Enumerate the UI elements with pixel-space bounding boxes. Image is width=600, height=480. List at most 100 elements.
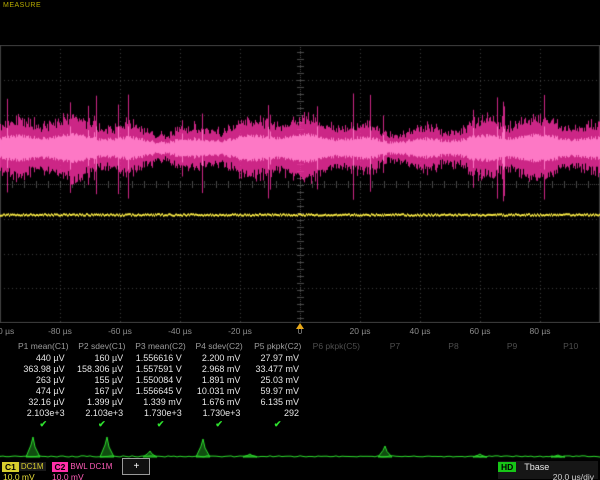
meas-value: 1.556616 V (131, 353, 190, 364)
meas-value: 32.16 µV (14, 397, 73, 408)
meas-value: 363.98 µV (14, 364, 73, 375)
meas-value: 155 µV (73, 375, 132, 386)
time-label: 20 µs (350, 326, 371, 336)
meas-status-check (424, 419, 483, 430)
meas-value: 1.676 mV (190, 397, 249, 408)
status-text: MEASURE (3, 2, 41, 9)
meas-value (424, 353, 483, 364)
meas-value (366, 386, 425, 397)
meas-value (307, 386, 366, 397)
meas-value (483, 375, 542, 386)
meas-value (307, 364, 366, 375)
cursor-marker-box[interactable]: + (122, 458, 150, 475)
meas-header-p2[interactable]: P2 sdev(C1) (73, 340, 132, 353)
meas-header-p10[interactable]: P10 (541, 340, 600, 353)
meas-value (541, 353, 600, 364)
meas-value (541, 397, 600, 408)
meas-value: 440 µV (14, 353, 73, 364)
meas-value: 1.730e+3 (131, 408, 190, 419)
meas-status-check (541, 419, 600, 430)
meas-value: 1.557591 V (131, 364, 190, 375)
meas-value: 2.103e+3 (14, 408, 73, 419)
hd-mode-badge[interactable]: HD (498, 462, 516, 472)
meas-header-p3[interactable]: P3 mean(C2) (131, 340, 190, 353)
histogram-strip (0, 430, 600, 460)
time-label: -80 µs (48, 326, 72, 336)
descriptor-bar: C1 DC1M C2 BWL DC1M + 10.0 mV 10.0 mV HD… (0, 460, 600, 480)
histogram-trace[interactable] (0, 430, 600, 460)
tbase-scale-value: 20.0 µs/div (553, 472, 594, 480)
meas-value (424, 408, 483, 419)
c2-coupling-label: BWL DC1M (68, 462, 114, 471)
timebase-descriptor[interactable]: HD Tbase 20.0 µs/div (498, 461, 598, 479)
time-label: -20 µs (228, 326, 252, 336)
meas-value (366, 397, 425, 408)
meas-value (483, 364, 542, 375)
meas-value: 1.556645 V (131, 386, 190, 397)
meas-value (541, 408, 600, 419)
meas-value: 1.399 µV (73, 397, 132, 408)
meas-status-check: ✔ (14, 419, 73, 430)
meas-status-check: ✔ (73, 419, 132, 430)
meas-header-p5[interactable]: P5 pkpk(C2) (248, 340, 307, 353)
waveform-grid[interactable] (0, 45, 600, 323)
meas-value: 27.97 mV (248, 353, 307, 364)
meas-status-check (366, 419, 425, 430)
meas-value (541, 364, 600, 375)
channel-c1-badge[interactable]: C1 (2, 462, 19, 472)
meas-header-p8[interactable]: P8 (424, 340, 483, 353)
meas-value: 1.550084 V (131, 375, 190, 386)
meas-status-check: ✔ (190, 419, 249, 430)
meas-value (307, 397, 366, 408)
meas-value: 292 (248, 408, 307, 419)
c1-coupling-label: DC1M (19, 462, 46, 471)
c1-scale-value: 10.0 mV (3, 472, 35, 480)
meas-value (424, 386, 483, 397)
meas-value (366, 375, 425, 386)
trigger-time-marker[interactable] (296, 323, 304, 329)
meas-value (366, 408, 425, 419)
meas-header-p7[interactable]: P7 (366, 340, 425, 353)
meas-value (366, 364, 425, 375)
meas-value: 10.031 mV (190, 386, 249, 397)
meas-header-p6[interactable]: P6 pkpk(C5) (307, 340, 366, 353)
meas-value: 1.730e+3 (190, 408, 249, 419)
meas-value (307, 408, 366, 419)
meas-header-p4[interactable]: P4 sdev(C2) (190, 340, 249, 353)
waveform-canvas[interactable] (0, 45, 600, 323)
meas-status-check: ✔ (131, 419, 190, 430)
meas-header-p1[interactable]: P1 mean(C1) (14, 340, 73, 353)
meas-value: 474 µV (14, 386, 73, 397)
meas-value: 1.891 mV (190, 375, 249, 386)
c2-scale-value: 10.0 mV (52, 472, 84, 480)
meas-value: 2.968 mV (190, 364, 249, 375)
meas-value: 2.200 mV (190, 353, 249, 364)
meas-value (541, 386, 600, 397)
meas-value (366, 353, 425, 364)
time-axis: -100 µs-80 µs-60 µs-40 µs-20 µs020 µs40 … (0, 323, 600, 339)
top-strip: MEASURE (0, 0, 600, 45)
time-label: 40 µs (410, 326, 431, 336)
meas-value (483, 353, 542, 364)
time-label: -100 µs (0, 326, 14, 336)
meas-value (483, 408, 542, 419)
plus-icon: + (133, 461, 139, 472)
time-label: -40 µs (168, 326, 192, 336)
meas-value: 2.103e+3 (73, 408, 132, 419)
meas-status-check (483, 419, 542, 430)
meas-header-p9[interactable]: P9 (483, 340, 542, 353)
tbase-label: Tbase (524, 462, 549, 472)
meas-value: 160 µV (73, 353, 132, 364)
meas-value: 1.339 mV (131, 397, 190, 408)
channel-c2-badge[interactable]: C2 (52, 462, 69, 472)
meas-value (483, 397, 542, 408)
meas-value (424, 364, 483, 375)
meas-value: 6.135 mV (248, 397, 307, 408)
meas-value: 263 µV (14, 375, 73, 386)
time-label: 60 µs (470, 326, 491, 336)
channel-descriptors: C1 DC1M C2 BWL DC1M + 10.0 mV 10.0 mV (2, 461, 322, 479)
meas-value (307, 375, 366, 386)
meas-status-check: ✔ (248, 419, 307, 430)
time-label: 80 µs (530, 326, 551, 336)
meas-value: 59.97 mV (248, 386, 307, 397)
